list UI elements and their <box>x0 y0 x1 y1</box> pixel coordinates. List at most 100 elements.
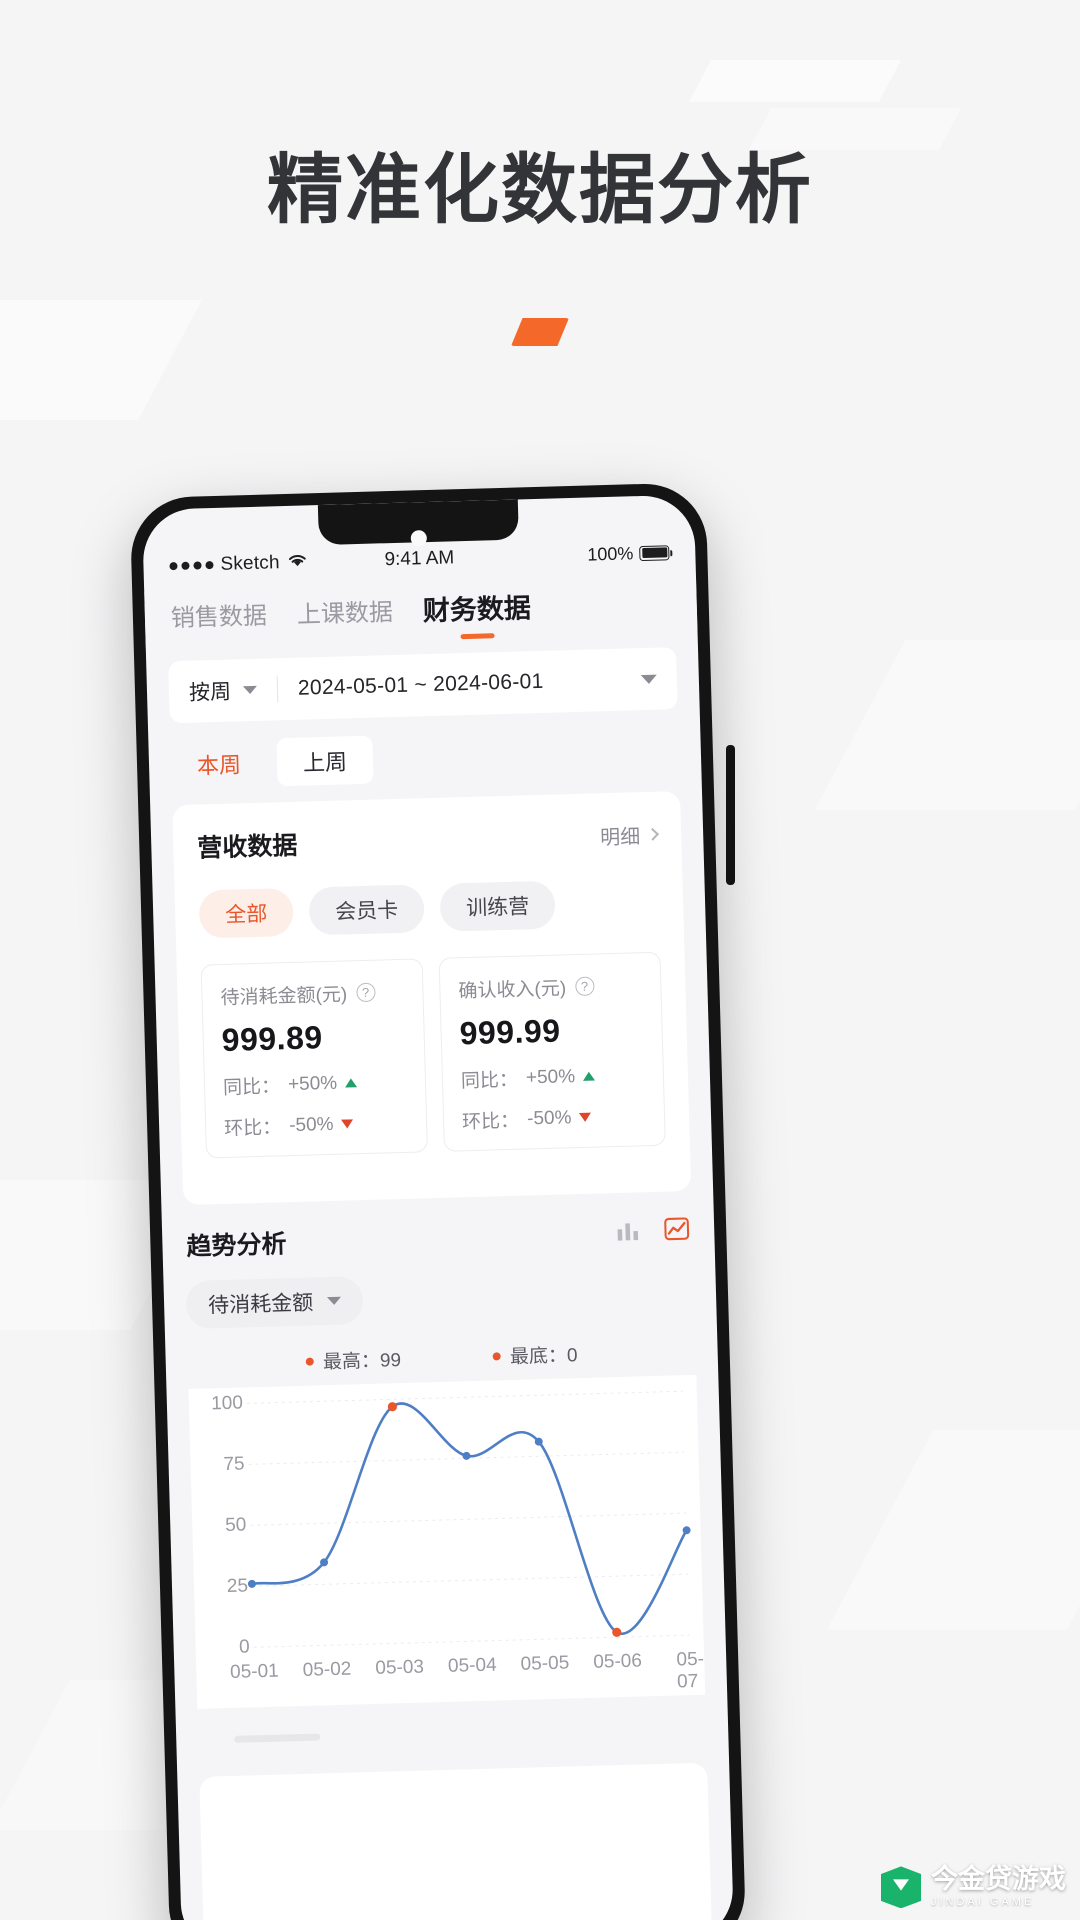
top-tab-bar: 销售数据 上课数据 财务数据 <box>144 576 698 648</box>
y-tick-label: 75 <box>223 1453 245 1476</box>
legend-dot-icon <box>492 1351 502 1361</box>
y-tick-label: 50 <box>224 1514 247 1537</box>
week-toggle-last-week[interactable]: 上周 <box>276 735 374 787</box>
battery-icon <box>639 544 670 561</box>
chip-all[interactable]: 全部 <box>198 887 294 939</box>
arrow-up-icon <box>582 1071 596 1081</box>
week-toggle-group: 本周 上周 <box>170 727 679 789</box>
arrow-up-icon <box>345 1078 358 1088</box>
revenue-metrics: 待消耗金额(元) ? 999.89 同比： +50% 环比： -50% 确认收入… <box>176 925 690 1159</box>
chevron-right-icon <box>646 827 660 841</box>
chevron-down-icon <box>242 685 258 695</box>
date-mode-label: 按周 <box>188 680 232 705</box>
watermark-logo-icon <box>881 1866 921 1909</box>
chart-y-axis-labels: 0 25 50 75 100 <box>188 1388 250 1689</box>
tab-class-data[interactable]: 上课数据 <box>296 592 394 638</box>
metric-yoy: 同比： +50% <box>223 1068 408 1100</box>
metric-label: 待消耗金额(元) <box>220 984 348 1009</box>
poster-root: 精准化数据分析 Sketch 9:41 AM 100% 销售数据 上课数据 财务… <box>0 0 1080 1920</box>
metric-value: 999.89 <box>221 1019 324 1058</box>
divider <box>276 676 279 703</box>
metric-label-row: 确认收入(元) ? <box>458 971 643 1003</box>
chart-legend: 最高：99 最底：0 <box>187 1337 696 1378</box>
accent-diamond-wrap <box>0 318 1080 346</box>
metric-yoy-label: 同比： <box>222 1076 281 1099</box>
trend-view-switch <box>614 1215 691 1249</box>
week-toggle-this-week[interactable]: 本周 <box>170 739 267 790</box>
watermark-pinyin: JINDAI GAME <box>931 1896 1035 1909</box>
revenue-filter-chips: 全部 会员卡 训练营 <box>174 851 684 939</box>
watermark: 今金贷游戏 JINDAI GAME <box>881 1865 1066 1910</box>
x-tick-label: 05-05 <box>520 1652 570 1675</box>
metric-label: 确认收入(元) <box>458 978 567 1003</box>
trend-header: 趋势分析 <box>184 1213 693 1263</box>
arrow-down-icon <box>341 1119 354 1129</box>
carrier-label: Sketch <box>220 552 281 575</box>
revenue-card: 营收数据 明细 全部 会员卡 训练营 待消耗金额(元) ? 999.89 同比：… <box>172 791 692 1206</box>
series-selector[interactable]: 待消耗金额 <box>185 1276 364 1330</box>
phone-mockup: Sketch 9:41 AM 100% 销售数据 上课数据 财务数据 按周 20… <box>129 482 747 1920</box>
y-tick-label: 0 <box>238 1636 251 1658</box>
metric-value: 999.99 <box>459 1012 561 1052</box>
date-range-label: 2024-05-01 ~ 2024-06-01 <box>297 669 544 700</box>
chip-training-camp[interactable]: 训练营 <box>439 880 556 932</box>
line-chart-icon[interactable] <box>663 1215 691 1248</box>
y-tick-label: 100 <box>210 1392 244 1415</box>
phone-screen: Sketch 9:41 AM 100% 销售数据 上课数据 财务数据 按周 20… <box>141 494 735 1920</box>
metric-mom-value: -50% <box>288 1113 334 1136</box>
status-bar-time: 9:41 AM <box>384 547 455 571</box>
battery-percent-label: 100% <box>586 542 634 565</box>
x-tick-label: 05-02 <box>302 1658 352 1681</box>
metric-mom: 环比： -50% <box>462 1102 647 1134</box>
bar-chart-icon[interactable] <box>614 1216 642 1249</box>
status-bar-left: Sketch <box>169 549 385 577</box>
tab-finance-data[interactable]: 财务数据 <box>422 586 531 636</box>
watermark-text: 今金贷游戏 JINDAI GAME <box>931 1865 1066 1910</box>
trend-title: 趋势分析 <box>186 1230 287 1262</box>
series-selector-label: 待消耗金额 <box>207 1291 314 1318</box>
metric-yoy-value: +50% <box>525 1065 576 1088</box>
metric-pending-amount[interactable]: 待消耗金额(元) ? 999.89 同比： +50% 环比： -50% <box>200 958 428 1159</box>
scroll-indicator[interactable] <box>234 1733 321 1743</box>
next-card-placeholder <box>199 1762 712 1920</box>
trend-chart[interactable]: 0 25 50 75 100 05-01 05-02 05-03 05-04 05-05 05-0… <box>188 1375 705 1709</box>
chevron-down-icon[interactable] <box>640 674 657 684</box>
accent-diamond-icon <box>511 318 569 346</box>
x-tick-label: 05-07 <box>676 1648 705 1693</box>
metric-confirmed-income[interactable]: 确认收入(元) ? 999.99 同比： +50% 环比： -50% <box>438 951 666 1152</box>
x-tick-label: 05-04 <box>447 1654 497 1677</box>
x-tick-label: 05-03 <box>375 1656 425 1679</box>
trend-chart-card: 0 25 50 75 100 05-01 05-02 05-03 05-04 05-05 05-0… <box>188 1374 706 1709</box>
date-mode-dropdown[interactable]: 按周 <box>189 675 258 707</box>
chart-plot-area <box>246 1390 691 1648</box>
legend-dot-icon <box>305 1357 315 1366</box>
legend-min-label: 最底：0 <box>509 1345 578 1369</box>
x-tick-label: 05-06 <box>593 1650 643 1673</box>
metric-yoy: 同比： +50% <box>461 1061 646 1093</box>
background-diamond <box>688 60 902 102</box>
legend-max: 最高：99 <box>305 1345 402 1375</box>
status-bar-right: 100% <box>454 542 670 569</box>
chip-membership-card[interactable]: 会员卡 <box>308 884 425 936</box>
help-icon[interactable]: ? <box>355 982 376 1003</box>
tab-sales-data[interactable]: 销售数据 <box>170 595 268 641</box>
wifi-icon <box>286 551 309 574</box>
signal-strength-icon <box>169 561 214 571</box>
legend-max-label: 最高：99 <box>322 1350 402 1374</box>
metric-label-row: 待消耗金额(元) ? <box>220 978 405 1010</box>
revenue-detail-link[interactable]: 明细 <box>599 819 660 850</box>
metric-mom-label: 环比： <box>461 1110 520 1134</box>
poster-headline: 精准化数据分析 <box>267 148 813 233</box>
metric-yoy-value: +50% <box>287 1072 338 1095</box>
revenue-detail-label: 明细 <box>599 825 641 849</box>
arrow-down-icon <box>579 1112 592 1123</box>
date-selector-bar[interactable]: 按周 2024-05-01 ~ 2024-06-01 <box>168 647 678 724</box>
metric-mom-label: 环比： <box>223 1117 282 1140</box>
metric-mom: 环比： -50% <box>224 1109 409 1141</box>
help-icon[interactable]: ? <box>574 976 595 997</box>
background-diamond <box>814 640 1080 810</box>
x-tick-label: 05-01 <box>229 1660 279 1683</box>
power-button[interactable] <box>726 745 735 885</box>
metric-mom-value: -50% <box>526 1106 572 1129</box>
background-diamond <box>826 1430 1080 1630</box>
